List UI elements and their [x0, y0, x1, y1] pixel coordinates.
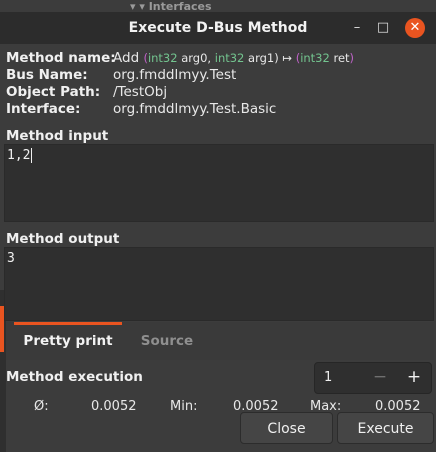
method-input-label: Method input — [6, 128, 109, 144]
execution-count-input[interactable]: 1 — [324, 362, 332, 394]
minimize-icon: – — [353, 20, 361, 35]
sig-ret-close-paren: ) — [349, 51, 355, 65]
method-output-value: 3 — [7, 251, 15, 266]
increment-button[interactable]: + — [396, 362, 432, 394]
object-path-label: Object Path: — [6, 84, 101, 100]
tab-source[interactable]: Source — [126, 322, 208, 360]
plus-icon: + — [406, 367, 422, 387]
method-name-value: Add — [113, 50, 140, 66]
min-label: Min: — [170, 399, 198, 414]
background-interfaces-header: ▾ ▾ Interfaces — [130, 0, 212, 13]
avg-value: 0.0052 — [91, 399, 137, 414]
sig-arg0-type: int32 — [147, 51, 178, 65]
method-input-field[interactable]: 1,2 — [4, 144, 434, 222]
close-button[interactable]: Close — [240, 412, 333, 444]
method-name-row: Method name: — [6, 50, 116, 67]
interface-value: org.fmddlmyy.Test.Basic — [113, 101, 277, 117]
sig-ret-name: ret — [333, 51, 350, 65]
bus-name-label: Bus Name: — [6, 67, 88, 83]
window-title: Execute D-Bus Method — [128, 20, 308, 36]
interface-label: Interface: — [6, 101, 81, 117]
sig-arrow-icon: ↦ — [282, 51, 293, 65]
avg-label: Ø: — [34, 399, 49, 414]
maximize-button[interactable]: □ — [372, 17, 394, 39]
object-path-value: /TestObj — [113, 84, 168, 100]
execute-button[interactable]: Execute — [337, 412, 434, 444]
method-name-label: Method name: — [6, 50, 116, 66]
minus-icon: − — [372, 367, 388, 387]
method-output-field[interactable]: 3 — [4, 247, 434, 321]
sig-arg0-name: arg0, — [181, 51, 212, 65]
method-execution-label: Method execution — [6, 369, 143, 385]
close-icon: ✕ — [409, 20, 421, 35]
method-signature: Add (int32 arg0, int32 arg1) ↦ (int32 re… — [113, 50, 354, 67]
bus-name-value: org.fmddlmyy.Test — [113, 67, 237, 83]
sig-arg1-type: int32 — [214, 51, 245, 65]
text-cursor — [31, 148, 33, 163]
method-output-label: Method output — [6, 231, 120, 247]
minimize-button[interactable]: – — [346, 17, 368, 39]
sig-ret-type: int32 — [300, 51, 330, 65]
close-window-button[interactable]: ✕ — [405, 18, 425, 38]
maximize-icon: □ — [376, 20, 390, 35]
tab-pretty-print[interactable]: Pretty print — [14, 322, 122, 360]
decrement-button[interactable]: − — [362, 362, 398, 394]
sig-arg1-name: arg1) — [248, 51, 279, 65]
method-input-value: 1,2 — [7, 148, 31, 163]
